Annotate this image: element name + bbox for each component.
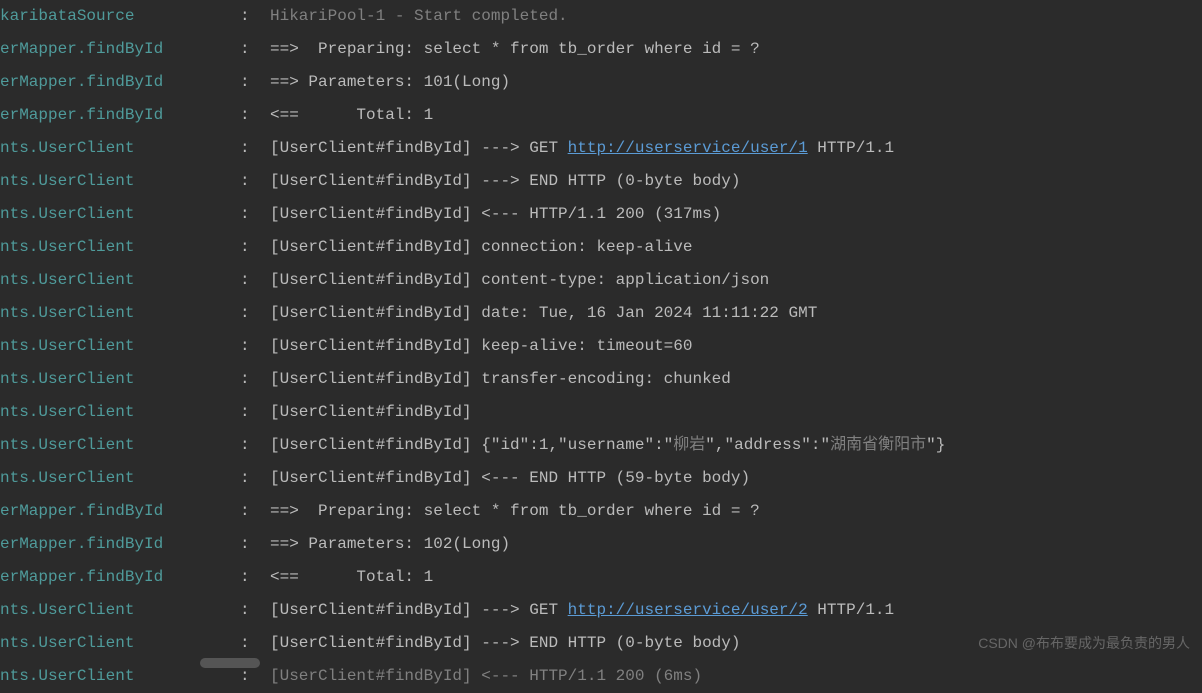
logger-name: erMapper.findById <box>0 33 240 66</box>
log-message: ==> Preparing: select * from tb_order wh… <box>270 495 1202 528</box>
log-message: ==> Parameters: 102(Long) <box>270 528 1202 561</box>
log-link[interactable]: http://userservice/user/1 <box>568 139 808 157</box>
separator: : <box>240 264 270 297</box>
log-line: nts.UserClient: [UserClient#findById] <-… <box>0 198 1202 231</box>
separator: : <box>240 165 270 198</box>
log-message: HikariPool-1 - Start completed. <box>270 0 1202 33</box>
log-message: ==> Preparing: select * from tb_order wh… <box>270 33 1202 66</box>
logger-name: nts.UserClient <box>0 594 240 627</box>
separator: : <box>240 627 270 660</box>
logger-name: nts.UserClient <box>0 462 240 495</box>
separator: : <box>240 594 270 627</box>
log-message: [UserClient#findById] <box>270 396 1202 429</box>
log-line: nts.UserClient: [UserClient#findById] {"… <box>0 429 1202 462</box>
logger-name: nts.UserClient <box>0 165 240 198</box>
logger-name: nts.UserClient <box>0 231 240 264</box>
log-message: [UserClient#findById] ---> GET http://us… <box>270 132 1202 165</box>
separator: : <box>240 231 270 264</box>
log-line: nts.UserClient: [UserClient#findById] tr… <box>0 363 1202 396</box>
log-message: <== Total: 1 <box>270 561 1202 594</box>
watermark: CSDN @布布要成为最负责的男人 <box>978 627 1190 660</box>
json-value: 柳岩 <box>673 436 705 454</box>
separator: : <box>240 132 270 165</box>
logger-name: nts.UserClient <box>0 264 240 297</box>
separator: : <box>240 66 270 99</box>
log-message: [UserClient#findById] connection: keep-a… <box>270 231 1202 264</box>
separator: : <box>240 363 270 396</box>
logger-name: erMapper.findById <box>0 495 240 528</box>
json-value: 湖南省衡阳市 <box>830 436 926 454</box>
separator: : <box>240 462 270 495</box>
log-line: karibataSource: HikariPool-1 - Start com… <box>0 0 1202 33</box>
separator: : <box>240 33 270 66</box>
logger-name: nts.UserClient <box>0 429 240 462</box>
log-line: nts.UserClient: [UserClient#findById] da… <box>0 297 1202 330</box>
logger-name: nts.UserClient <box>0 363 240 396</box>
log-message: [UserClient#findById] ---> END HTTP (0-b… <box>270 165 1202 198</box>
log-line: erMapper.findById: ==> Parameters: 102(L… <box>0 528 1202 561</box>
log-message: <== Total: 1 <box>270 99 1202 132</box>
logger-name: erMapper.findById <box>0 66 240 99</box>
log-line: nts.UserClient: [UserClient#findById] --… <box>0 165 1202 198</box>
logger-name: nts.UserClient <box>0 297 240 330</box>
log-line: erMapper.findById: ==> Parameters: 101(L… <box>0 66 1202 99</box>
log-line: erMapper.findById: <== Total: 1 <box>0 561 1202 594</box>
logger-name: erMapper.findById <box>0 561 240 594</box>
log-message: [UserClient#findById] <--- END HTTP (59-… <box>270 462 1202 495</box>
logger-name: nts.UserClient <box>0 627 240 660</box>
logger-name: erMapper.findById <box>0 528 240 561</box>
separator: : <box>240 528 270 561</box>
logger-name: nts.UserClient <box>0 198 240 231</box>
logger-name: nts.UserClient <box>0 330 240 363</box>
log-output: karibataSource: HikariPool-1 - Start com… <box>0 0 1202 693</box>
separator: : <box>240 0 270 33</box>
log-message: [UserClient#findById] transfer-encoding:… <box>270 363 1202 396</box>
log-message: [UserClient#findById] ---> GET http://us… <box>270 594 1202 627</box>
separator: : <box>240 99 270 132</box>
logger-name: nts.UserClient <box>0 396 240 429</box>
log-line: nts.UserClient: [UserClient#findById] --… <box>0 594 1202 627</box>
log-message: [UserClient#findById] {"id":1,"username"… <box>270 429 1202 462</box>
log-line: nts.UserClient: [UserClient#findById] ke… <box>0 330 1202 363</box>
separator: : <box>240 495 270 528</box>
separator: : <box>240 561 270 594</box>
log-line: nts.UserClient: [UserClient#findById] co… <box>0 264 1202 297</box>
separator: : <box>240 429 270 462</box>
log-message: ==> Parameters: 101(Long) <box>270 66 1202 99</box>
separator: : <box>240 330 270 363</box>
log-line: nts.UserClient: [UserClient#findById] <-… <box>0 462 1202 495</box>
separator: : <box>240 396 270 429</box>
log-message: [UserClient#findById] date: Tue, 16 Jan … <box>270 297 1202 330</box>
logger-name: karibataSource <box>0 0 240 33</box>
log-link[interactable]: http://userservice/user/2 <box>568 601 808 619</box>
log-line: nts.UserClient: [UserClient#findById] <box>0 396 1202 429</box>
separator: : <box>240 198 270 231</box>
horizontal-scrollbar-thumb[interactable] <box>200 658 260 668</box>
log-message: [UserClient#findById] <--- HTTP/1.1 200 … <box>270 660 1202 693</box>
log-line: nts.UserClient: [UserClient#findById] <-… <box>0 660 1202 693</box>
log-message: [UserClient#findById] <--- HTTP/1.1 200 … <box>270 198 1202 231</box>
separator: : <box>240 297 270 330</box>
log-line: nts.UserClient: [UserClient#findById] --… <box>0 132 1202 165</box>
log-line: erMapper.findById: ==> Preparing: select… <box>0 33 1202 66</box>
log-line: nts.UserClient: [UserClient#findById] co… <box>0 231 1202 264</box>
log-line: erMapper.findById: ==> Preparing: select… <box>0 495 1202 528</box>
log-line: erMapper.findById: <== Total: 1 <box>0 99 1202 132</box>
log-message: [UserClient#findById] keep-alive: timeou… <box>270 330 1202 363</box>
log-message: [UserClient#findById] content-type: appl… <box>270 264 1202 297</box>
logger-name: erMapper.findById <box>0 99 240 132</box>
logger-name: nts.UserClient <box>0 132 240 165</box>
